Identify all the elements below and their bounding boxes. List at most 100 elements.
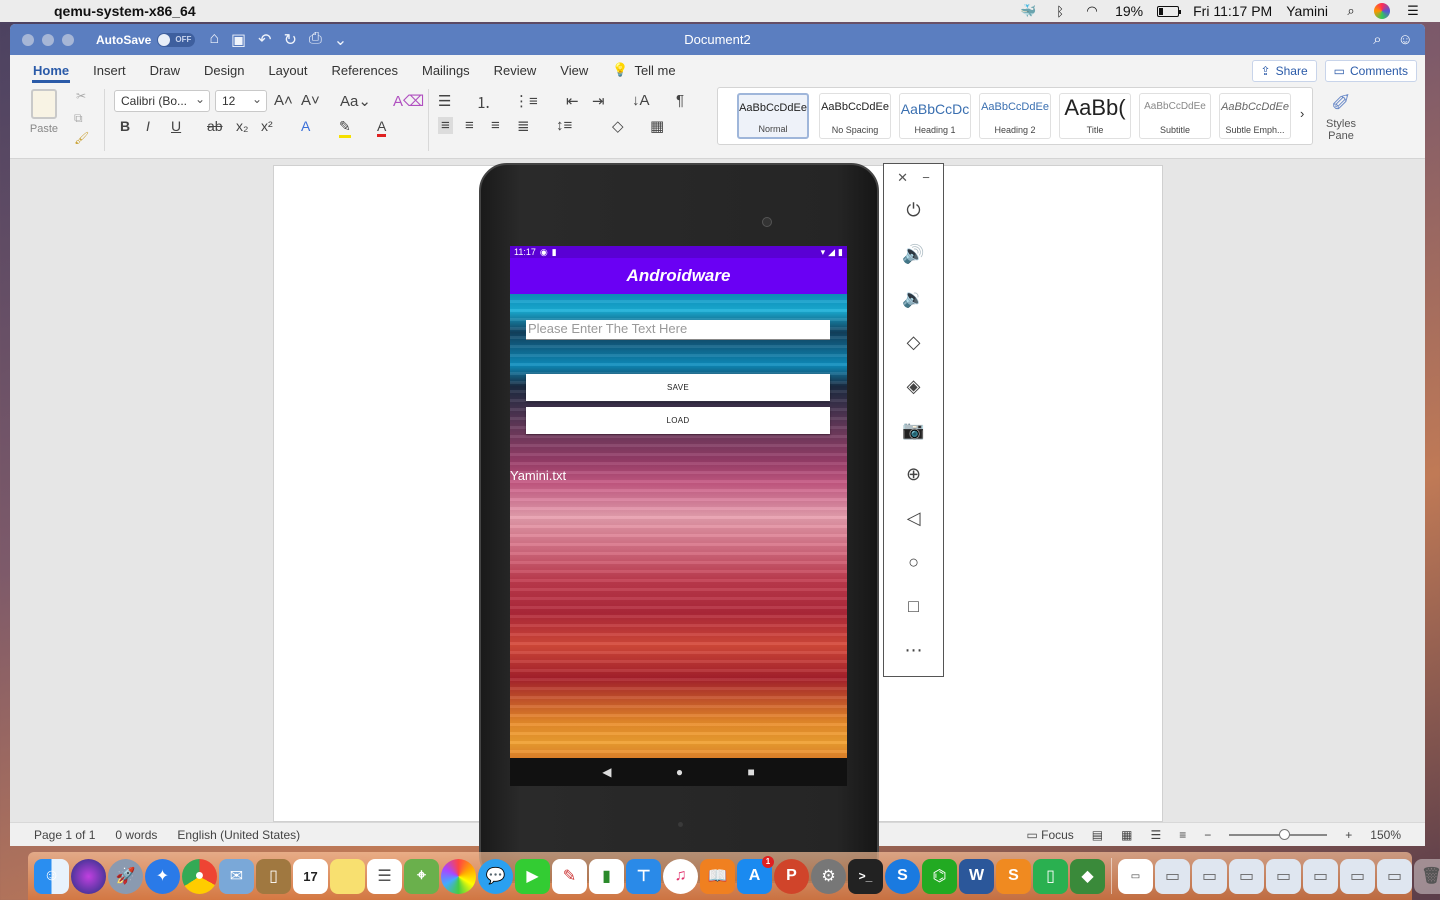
underline-icon[interactable]: U: [171, 118, 181, 134]
tab-layout[interactable]: Layout: [256, 63, 319, 83]
tab-mailings[interactable]: Mailings: [410, 63, 482, 83]
books-icon[interactable]: 📖: [700, 858, 735, 894]
zoom-slider-knob[interactable]: [1279, 828, 1291, 840]
tab-draw[interactable]: Draw: [138, 63, 192, 83]
camera-icon[interactable]: 📷: [884, 408, 943, 452]
shrink-font-icon[interactable]: A˅: [301, 92, 320, 109]
siri-dock-icon[interactable]: [71, 858, 106, 894]
screenshot-stack-icon[interactable]: ▭: [1303, 858, 1338, 894]
screenshot-stack-icon[interactable]: ▭: [1229, 858, 1264, 894]
rotate-left-icon[interactable]: ◇: [884, 320, 943, 364]
reminders-icon[interactable]: ☰: [367, 858, 402, 894]
sort-icon[interactable]: ↓A: [632, 92, 650, 109]
more-icon[interactable]: ⋯: [884, 628, 943, 672]
screenshot-stack-icon[interactable]: ▭: [1340, 858, 1375, 894]
customize-toolbar-icon[interactable]: ⌄: [334, 30, 347, 50]
screenshot-stack-icon[interactable]: ▭: [1266, 858, 1301, 894]
paste-button[interactable]: Paste: [24, 89, 64, 135]
style-subtle-emphasis[interactable]: AaBbCcDdEe Subtle Emph...: [1219, 93, 1291, 139]
tab-insert[interactable]: Insert: [81, 63, 138, 83]
spotlight-search-icon[interactable]: ⌕: [1342, 3, 1360, 18]
gallery-next-icon[interactable]: ›: [1300, 106, 1304, 121]
bold-icon[interactable]: B: [120, 118, 130, 134]
highlight-icon[interactable]: ✎: [339, 118, 351, 138]
font-size-select[interactable]: 12: [215, 90, 267, 112]
word-icon[interactable]: W: [959, 858, 994, 894]
print-icon[interactable]: ⎙: [309, 30, 322, 50]
focus-button[interactable]: ▭ Focus: [1026, 828, 1073, 842]
cut-icon[interactable]: ✂: [76, 89, 86, 103]
terminal-icon[interactable]: >_: [848, 858, 883, 894]
music-icon[interactable]: ♫: [663, 858, 698, 894]
tell-me-search[interactable]: 💡 Tell me: [600, 62, 687, 83]
share-button[interactable]: ⇪ Share: [1251, 60, 1317, 82]
wifi-icon[interactable]: ◠: [1083, 3, 1101, 18]
powerpoint-icon[interactable]: P: [774, 858, 809, 894]
nav-home-icon[interactable]: ●: [676, 765, 683, 779]
draft-view-icon[interactable]: ≡: [1179, 828, 1186, 842]
tab-home[interactable]: Home: [21, 63, 81, 83]
feedback-smiley-icon[interactable]: ☺: [1398, 31, 1413, 48]
line-spacing-icon[interactable]: ↕≡: [556, 117, 572, 134]
show-formatting-icon[interactable]: ¶: [676, 92, 684, 109]
language-indicator[interactable]: English (United States): [177, 828, 300, 842]
numbering-icon[interactable]: ⒈: [476, 92, 491, 113]
emulator-app-icon[interactable]: ▯: [1033, 858, 1068, 894]
font-name-select[interactable]: Calibri (Bo...: [114, 90, 210, 112]
print-layout-icon[interactable]: ▤: [1092, 828, 1103, 842]
save-icon[interactable]: ▣: [231, 30, 246, 50]
facetime-icon[interactable]: ▶: [515, 858, 550, 894]
change-case-icon[interactable]: Aa⌄: [340, 92, 371, 110]
nav-back-icon[interactable]: ◀: [602, 765, 611, 779]
load-button[interactable]: LOAD: [526, 407, 830, 434]
pages-icon[interactable]: ✎: [552, 858, 587, 894]
text-input-field[interactable]: Please Enter The Text Here: [526, 320, 830, 340]
home-icon[interactable]: ⌂: [209, 30, 219, 50]
photos-icon[interactable]: [441, 858, 476, 894]
zoom-in-icon[interactable]: +: [1345, 828, 1352, 842]
numbers-icon[interactable]: ▮: [589, 858, 624, 894]
bluetooth-icon[interactable]: ᛒ: [1051, 4, 1069, 19]
sublime-text-icon[interactable]: S: [996, 858, 1031, 894]
contacts-icon[interactable]: ▯: [256, 858, 291, 894]
overview-icon[interactable]: □: [884, 584, 943, 628]
screenshot-stack-icon[interactable]: ▭: [1192, 858, 1227, 894]
comments-button[interactable]: ▭ Comments: [1324, 60, 1417, 82]
messages-icon[interactable]: 💬: [478, 858, 513, 894]
style-heading-1[interactable]: AaBbCcDc Heading 1: [899, 93, 971, 139]
multilevel-list-icon[interactable]: ⋮≡: [514, 92, 538, 110]
back-icon[interactable]: ◁: [884, 496, 943, 540]
docker-icon[interactable]: 🐳: [1019, 3, 1037, 18]
volume-up-icon[interactable]: 🔊: [884, 232, 943, 276]
borders-icon[interactable]: ▦: [650, 117, 664, 135]
close-emulator-icon[interactable]: ✕: [897, 170, 908, 188]
align-center-icon[interactable]: ≡: [465, 117, 474, 134]
volume-down-icon[interactable]: 🔉: [884, 276, 943, 320]
battery-icon[interactable]: [1157, 5, 1182, 17]
tab-review[interactable]: Review: [482, 63, 549, 83]
search-icon[interactable]: ⌕: [1373, 31, 1381, 48]
superscript-icon[interactable]: x²: [261, 118, 273, 134]
launchpad-icon[interactable]: 🚀: [108, 858, 143, 894]
nav-recents-icon[interactable]: ■: [748, 765, 755, 779]
power-icon[interactable]: ⏻: [884, 188, 943, 232]
close-window-button[interactable]: [22, 33, 34, 46]
increase-indent-icon[interactable]: ⇥: [592, 92, 605, 110]
save-button[interactable]: SAVE: [526, 374, 830, 401]
skype-icon[interactable]: S: [885, 858, 920, 894]
zoom-window-button[interactable]: [62, 33, 74, 46]
screenshot-stack-icon[interactable]: ▭: [1155, 858, 1190, 894]
minimize-emulator-icon[interactable]: −: [922, 170, 930, 188]
android-studio-icon[interactable]: ⌬: [922, 858, 957, 894]
excel-like-icon[interactable]: ◆: [1070, 858, 1105, 894]
decrease-indent-icon[interactable]: ⇤: [566, 92, 579, 110]
subscript-icon[interactable]: x₂: [236, 118, 248, 134]
italic-icon[interactable]: I: [146, 118, 150, 134]
safari-icon[interactable]: ✦: [145, 858, 180, 894]
finder-icon[interactable]: ☺: [34, 858, 69, 894]
strikethrough-icon[interactable]: ab: [207, 118, 223, 134]
format-painter-icon[interactable]: 🖌: [74, 131, 89, 145]
justify-icon[interactable]: ≣: [517, 117, 530, 135]
keynote-icon[interactable]: ⊤: [626, 858, 661, 894]
appstore-icon[interactable]: A1: [737, 855, 774, 894]
